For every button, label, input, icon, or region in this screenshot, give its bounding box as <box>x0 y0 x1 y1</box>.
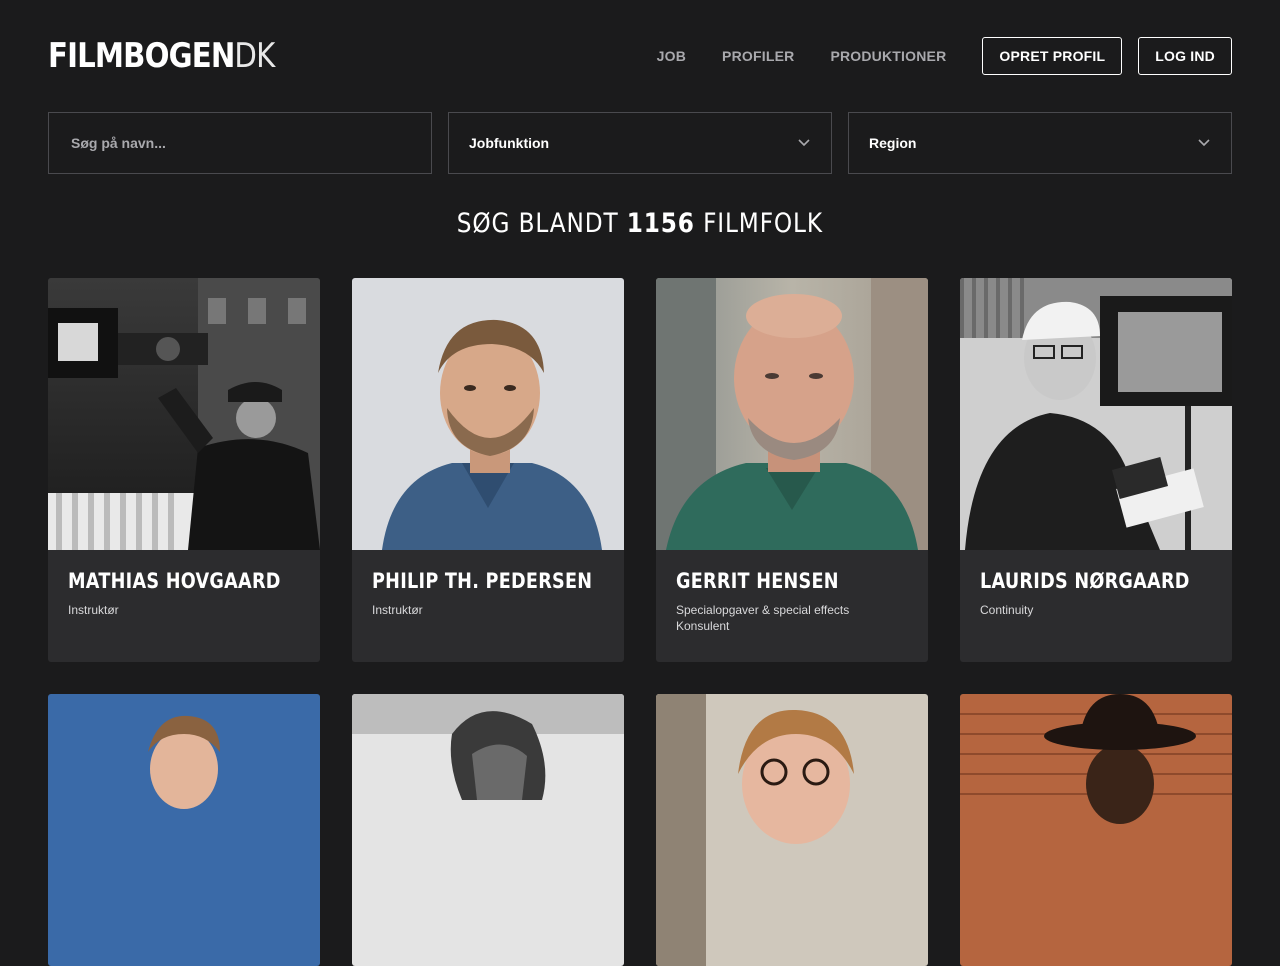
profile-photo <box>960 694 1232 966</box>
profile-card[interactable]: GERRIT HENSEN Specialopgaver & special e… <box>656 278 928 662</box>
site-logo[interactable]: FILMBOGEN DK <box>48 36 275 76</box>
profile-photo <box>656 278 928 550</box>
profile-name: MATHIAS HOVGAARD <box>68 569 281 593</box>
filter-bar: Jobfunktion Region <box>48 112 1232 174</box>
search-input[interactable] <box>69 134 411 152</box>
profile-role-line: Specialopgaver & special effects <box>676 603 850 617</box>
jobfunction-select[interactable]: Jobfunktion <box>448 112 832 174</box>
profile-card[interactable] <box>48 694 320 966</box>
profile-card[interactable] <box>960 694 1232 966</box>
nav-productions[interactable]: PRODUKTIONER <box>830 48 946 64</box>
profile-photo <box>352 694 624 966</box>
profile-role-line: Konsulent <box>676 619 730 633</box>
chevron-down-icon <box>797 136 811 150</box>
profile-name: LAURIDS NØRGAARD <box>980 569 1190 593</box>
profile-card[interactable] <box>352 694 624 966</box>
nav-profiles[interactable]: PROFILER <box>722 48 794 64</box>
profile-photo <box>352 278 624 550</box>
profile-photo <box>48 278 320 550</box>
create-profile-button[interactable]: OPRET PROFIL <box>982 37 1123 75</box>
site-header: FILMBOGEN DK JOB PROFILER PRODUKTIONER OP… <box>48 36 1232 76</box>
jobfunction-label: Jobfunktion <box>469 135 550 151</box>
profile-card[interactable]: LAURIDS NØRGAARD Continuity <box>960 278 1232 662</box>
main-nav: JOB PROFILER PRODUKTIONER OPRET PROFIL L… <box>657 36 1232 76</box>
search-field[interactable] <box>48 112 432 174</box>
chevron-down-icon <box>1197 136 1211 150</box>
headline-prefix: SØG BLANDT <box>456 208 619 239</box>
profile-photo <box>48 694 320 966</box>
logo-thin-text: DK <box>234 36 275 76</box>
profile-role: Instruktør <box>68 603 119 617</box>
profile-count: 1156 <box>626 208 695 239</box>
profile-role: Instruktør <box>372 603 423 617</box>
logo-bold-text: FILMBOGEN <box>48 36 235 76</box>
profile-role: Specialopgaver & special effects Konsule… <box>676 602 908 634</box>
profile-name: GERRIT HENSEN <box>676 569 839 593</box>
profile-name: PHILIP TH. PEDERSEN <box>372 569 593 593</box>
profile-role: Continuity <box>980 603 1034 617</box>
region-select[interactable]: Region <box>848 112 1232 174</box>
profile-photo <box>960 278 1232 550</box>
profile-photo <box>656 694 928 966</box>
profile-card[interactable] <box>656 694 928 966</box>
region-label: Region <box>869 135 917 151</box>
nav-job[interactable]: JOB <box>657 48 686 64</box>
headline-suffix: FILMFOLK <box>703 208 824 239</box>
results-headline: SØG BLANDT 1156 FILMFOLK <box>0 208 1280 239</box>
profile-card[interactable]: MATHIAS HOVGAARD Instruktør <box>48 278 320 662</box>
profile-card[interactable]: PHILIP TH. PEDERSEN Instruktør <box>352 278 624 662</box>
login-button[interactable]: LOG IND <box>1138 37 1232 75</box>
